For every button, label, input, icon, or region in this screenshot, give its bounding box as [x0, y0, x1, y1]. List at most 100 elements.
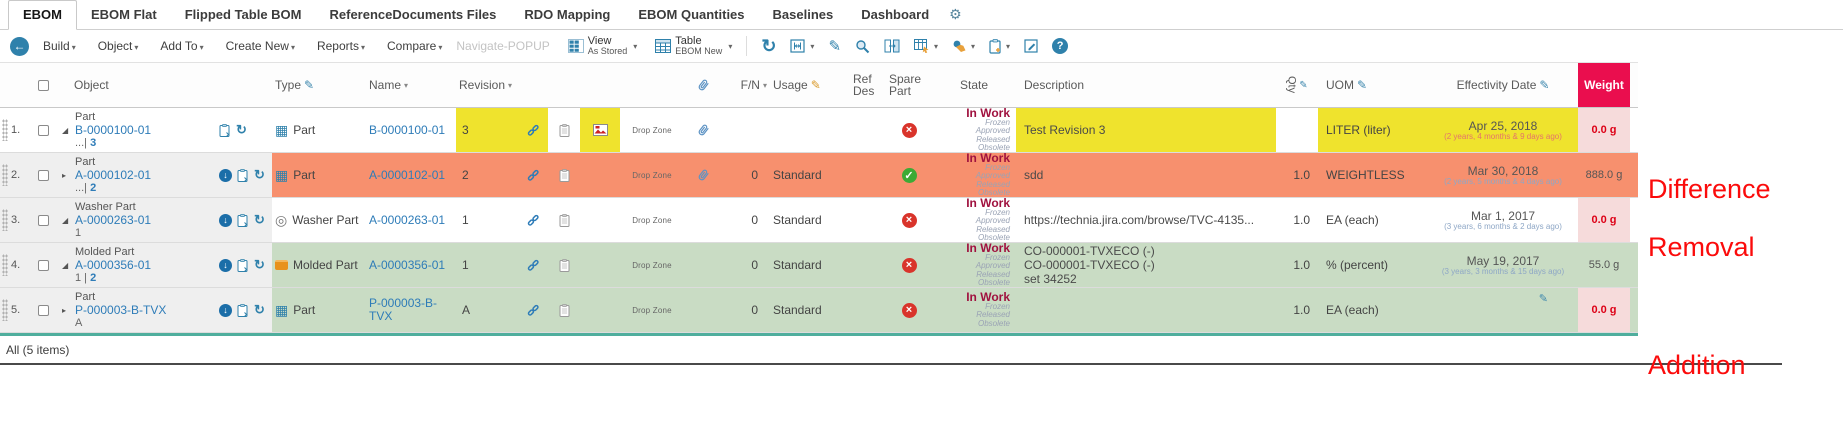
- row-checkbox[interactable]: [38, 260, 49, 271]
- back-button[interactable]: ←: [10, 37, 29, 56]
- menu-add-to[interactable]: Add To▾: [160, 39, 203, 53]
- expand-caret-icon[interactable]: ▸: [62, 171, 71, 180]
- edit-column-icon[interactable]: ✎: [1357, 78, 1367, 92]
- drop-zone[interactable]: Drop Zone: [620, 108, 684, 152]
- tab-ebom-flat[interactable]: EBOM Flat: [77, 1, 171, 29]
- link-icon[interactable]: [526, 259, 540, 272]
- link-icon[interactable]: [526, 214, 540, 227]
- menu-build[interactable]: Build▾: [43, 39, 76, 53]
- edit-column-icon[interactable]: ✎: [304, 78, 314, 92]
- menu-object[interactable]: Object▾: [98, 39, 139, 53]
- collapse-caret-icon[interactable]: ◢: [62, 261, 71, 270]
- view-selector[interactable]: ViewAs Stored ▾: [568, 36, 638, 56]
- sync-icon[interactable]: ↻: [254, 302, 265, 318]
- document-icon[interactable]: [559, 124, 570, 137]
- drop-zone[interactable]: Drop Zone: [620, 198, 684, 242]
- name-link[interactable]: B-0000100-01: [369, 124, 445, 137]
- tab-flipped-table-bom[interactable]: Flipped Table BOM: [171, 1, 316, 29]
- select-all-checkbox[interactable]: [38, 80, 49, 91]
- link-icon[interactable]: [526, 304, 540, 317]
- object-link[interactable]: B-0000100-01: [75, 124, 151, 137]
- settings-gear-icon[interactable]: ⚙: [943, 6, 968, 29]
- name-link[interactable]: P-000003-B-TVX: [369, 297, 453, 323]
- object-link[interactable]: A-0000356-01: [75, 259, 151, 272]
- paperclip-icon[interactable]: [697, 123, 710, 137]
- menu-compare[interactable]: Compare▾: [387, 39, 442, 53]
- drag-handle-icon[interactable]: [2, 299, 8, 321]
- row-checkbox[interactable]: [38, 305, 49, 316]
- clipboard-add-icon[interactable]: [237, 259, 249, 272]
- edit-icon[interactable]: ✎: [828, 37, 841, 55]
- row-checkbox[interactable]: [38, 125, 49, 136]
- tab-ebom[interactable]: EBOM: [8, 0, 77, 30]
- help-icon[interactable]: ?: [1052, 38, 1068, 54]
- object-link[interactable]: A-0000263-01: [75, 214, 151, 227]
- swap-panels-icon[interactable]: [884, 39, 900, 53]
- float-revision-icon[interactable]: ↓: [219, 259, 232, 272]
- image-attachment-icon[interactable]: [593, 124, 608, 136]
- name-link[interactable]: A-0000356-01: [369, 259, 445, 272]
- tab-rdo-mapping[interactable]: RDO Mapping: [510, 1, 624, 29]
- refresh-icon[interactable]: ↻: [761, 38, 776, 54]
- collapse-caret-icon[interactable]: ◢: [62, 216, 71, 225]
- paperclip-icon[interactable]: [697, 168, 710, 182]
- sync-icon[interactable]: ↻: [254, 212, 265, 228]
- float-revision-icon[interactable]: ↓: [219, 214, 232, 227]
- sort-caret-icon[interactable]: ▾: [763, 81, 767, 90]
- row-checkbox[interactable]: [38, 170, 49, 181]
- object-link[interactable]: A-0000102-01: [75, 169, 151, 182]
- float-revision-icon[interactable]: ↓: [219, 169, 232, 182]
- table-actions-icon[interactable]: ▾: [914, 39, 938, 53]
- drag-handle-icon[interactable]: [2, 254, 8, 276]
- edit-pencil-icon[interactable]: ✎: [1539, 292, 1548, 305]
- row-checkbox[interactable]: [38, 215, 49, 226]
- collapse-caret-icon[interactable]: ◢: [62, 126, 71, 135]
- edit-column-icon[interactable]: ✎: [1299, 80, 1307, 91]
- chevron-down-icon[interactable]: ▾: [728, 42, 732, 51]
- expand-caret-icon[interactable]: ▸: [62, 306, 71, 315]
- table-selector[interactable]: TableEBOM New ▾: [655, 36, 732, 56]
- sync-icon[interactable]: ↻: [236, 122, 247, 138]
- tab-baselines[interactable]: Baselines: [759, 1, 848, 29]
- clipboard-add-icon[interactable]: [237, 169, 249, 182]
- clipboard-actions-icon[interactable]: ▾: [989, 39, 1010, 54]
- drag-handle-icon[interactable]: [2, 119, 8, 141]
- document-icon[interactable]: [559, 214, 570, 227]
- description-value[interactable]: https://technia.jira.com/browse/TVC-4135…: [1024, 213, 1254, 227]
- drop-zone[interactable]: Drop Zone: [620, 288, 684, 332]
- document-icon[interactable]: [559, 259, 570, 272]
- revision-link[interactable]: 2: [90, 182, 96, 194]
- column-settings-icon[interactable]: ▾: [790, 39, 814, 53]
- menu-reports[interactable]: Reports▾: [317, 39, 365, 53]
- tab-dashboard[interactable]: Dashboard: [847, 1, 943, 29]
- drag-handle-icon[interactable]: [2, 209, 8, 231]
- document-icon[interactable]: [559, 304, 570, 317]
- new-note-icon[interactable]: [1024, 39, 1038, 53]
- clipboard-add-icon[interactable]: [219, 124, 231, 137]
- edit-column-icon[interactable]: ✎: [811, 78, 821, 92]
- float-revision-icon[interactable]: ↓: [219, 304, 232, 317]
- tab-ebom-quantities[interactable]: EBOM Quantities: [624, 1, 758, 29]
- object-link[interactable]: P-000003-B-TVX: [75, 304, 166, 317]
- search-icon[interactable]: [855, 39, 870, 54]
- drop-zone[interactable]: Drop Zone: [620, 153, 684, 197]
- drop-zone[interactable]: Drop Zone: [620, 243, 684, 287]
- drag-handle-icon[interactable]: [2, 164, 8, 186]
- link-icon[interactable]: [526, 169, 540, 182]
- revision-link[interactable]: 3: [90, 137, 96, 149]
- menu-create-new[interactable]: Create New▾: [226, 39, 295, 53]
- name-link[interactable]: A-0000102-01: [369, 169, 445, 182]
- name-link[interactable]: A-0000263-01: [369, 214, 445, 227]
- revision-link[interactable]: 2: [90, 272, 96, 284]
- share-actions-icon[interactable]: ▾: [952, 39, 975, 53]
- clipboard-add-icon[interactable]: [237, 214, 249, 227]
- tab-referencedocuments-files[interactable]: ReferenceDocuments Files: [316, 1, 511, 29]
- link-icon[interactable]: [526, 124, 540, 137]
- sync-icon[interactable]: ↻: [254, 167, 265, 183]
- edit-column-icon[interactable]: ✎: [1539, 78, 1549, 92]
- sort-caret-icon[interactable]: ▾: [508, 81, 512, 90]
- sync-icon[interactable]: ↻: [254, 257, 265, 273]
- chevron-down-icon[interactable]: ▾: [633, 42, 637, 51]
- document-icon[interactable]: [559, 169, 570, 182]
- clipboard-add-icon[interactable]: [237, 304, 249, 317]
